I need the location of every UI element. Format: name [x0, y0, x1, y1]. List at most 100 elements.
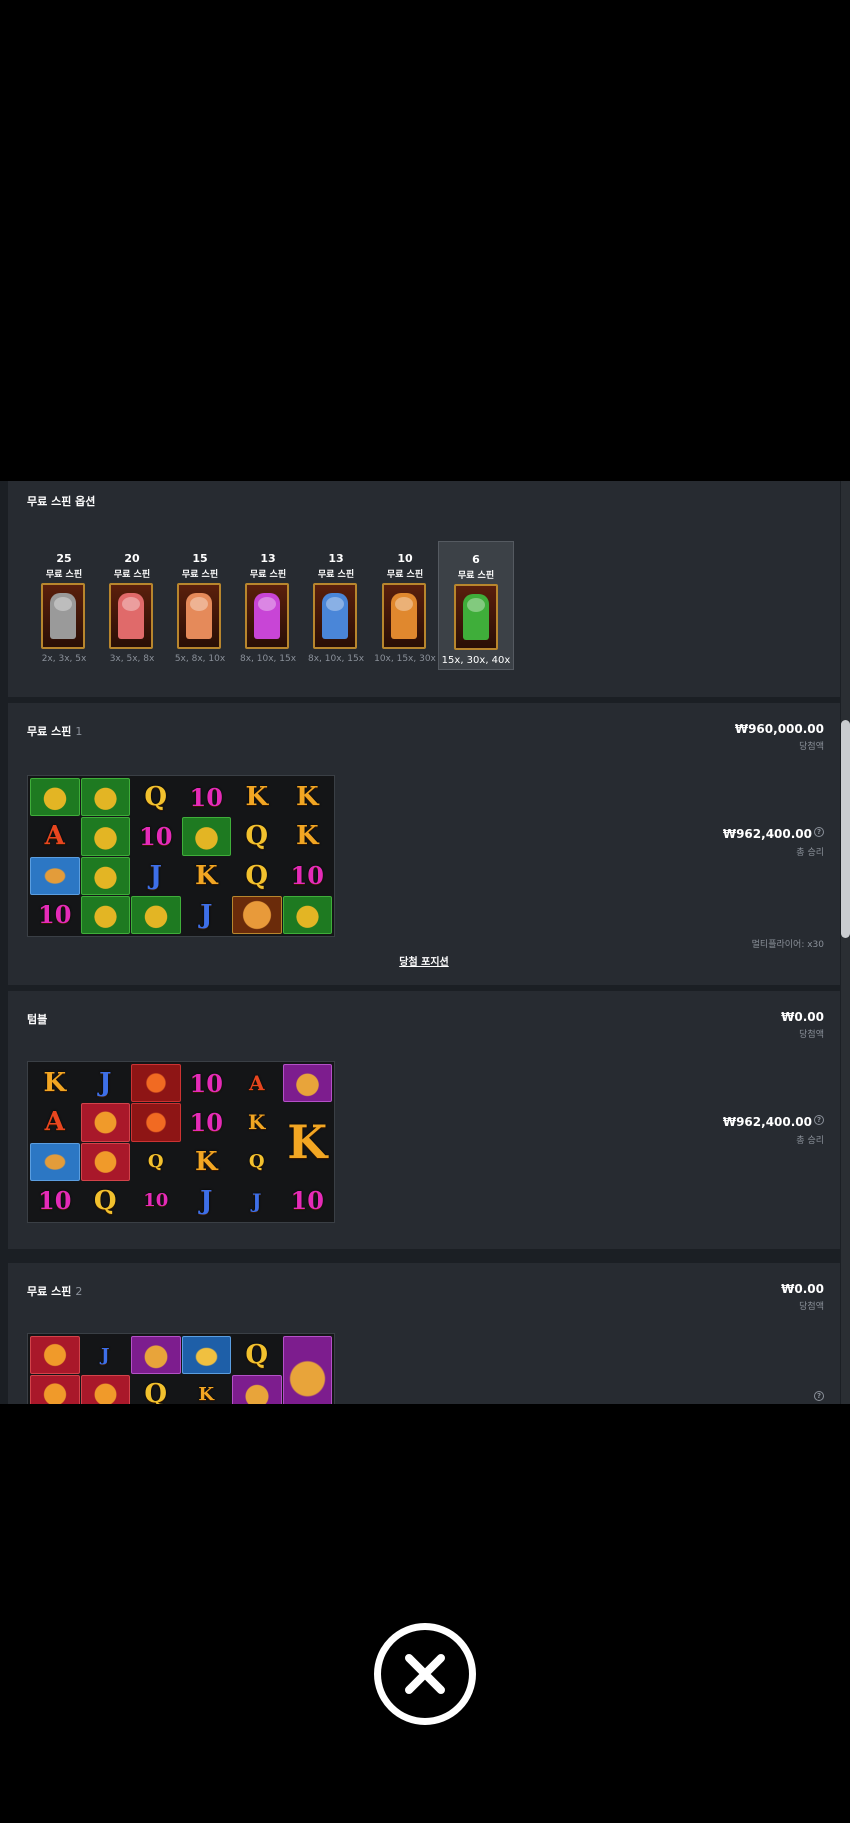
lion-statue-icon	[254, 593, 280, 639]
frog-symbol-icon	[80, 856, 130, 895]
spin-label: 무료 스핀	[317, 570, 355, 580]
heart-symbol-icon	[80, 1142, 130, 1181]
multiplier-range: 15x, 30x, 40x	[441, 655, 511, 666]
symbol-10: 10	[189, 782, 223, 812]
win-amount: ₩0.00	[781, 1282, 824, 1296]
lion-statue-icon	[391, 593, 417, 639]
reel-grid: J Q Q K	[27, 1333, 335, 1404]
lion-symbol-icon	[232, 895, 282, 934]
total-win-label: 총 승리	[796, 848, 824, 858]
free-spin-option[interactable]: 13 무료 스핀 8x, 10x, 15x	[230, 541, 306, 670]
free-spin-option[interactable]: 25 무료 스핀 2x, 3x, 5x	[26, 541, 102, 670]
heart-symbol-icon	[80, 1103, 130, 1142]
symbol-k: K	[194, 860, 218, 891]
lion-card-icon	[109, 583, 153, 649]
symbol-q: Q	[245, 1340, 269, 1371]
dragon-symbol-icon	[131, 1103, 181, 1142]
total-win-value: ₩962,400.00	[722, 827, 812, 841]
heart-symbol-icon	[30, 1336, 80, 1375]
multiplier-range: 10x, 15x, 30x	[374, 654, 436, 664]
symbol-k: K	[245, 782, 269, 813]
symbol-10: 10	[139, 821, 173, 851]
help-icon-row: ?	[812, 1391, 824, 1404]
spin-label: 무료 스핀	[249, 570, 287, 580]
symbol-10: 10	[38, 1186, 72, 1216]
spin-number: 2	[75, 1285, 83, 1298]
fish-symbol-icon	[30, 856, 80, 895]
symbol-a: A	[44, 1107, 65, 1138]
lion-card-icon	[454, 584, 498, 650]
frog-symbol-icon	[30, 778, 80, 817]
turtle-symbol-icon	[232, 1375, 282, 1404]
free-spin-option[interactable]: 20 무료 스핀 3x, 5x, 8x	[94, 541, 170, 670]
frog-symbol-icon	[80, 895, 130, 934]
spin-count: 13	[260, 552, 276, 565]
total-win-value: ₩962,400.00	[722, 1115, 812, 1129]
dragon-symbol-icon	[131, 1064, 181, 1103]
win-amount: ₩0.00	[781, 1010, 824, 1024]
symbol-a: A	[248, 1071, 265, 1096]
turtle-symbol-icon	[131, 1336, 181, 1375]
symbol-10: 10	[290, 861, 324, 891]
close-button[interactable]	[374, 1623, 476, 1725]
boat-symbol-icon	[181, 1336, 231, 1375]
help-icon[interactable]: ?	[814, 1115, 824, 1125]
scrollbar-thumb[interactable]	[841, 720, 850, 938]
win-label: 당첨액	[799, 742, 824, 752]
section-title: 무료 스핀 2	[27, 1283, 82, 1299]
spin-count: 10	[397, 552, 413, 565]
scroll-track[interactable]	[841, 481, 850, 1404]
symbol-10: 10	[189, 1107, 223, 1137]
spin-count: 15	[192, 552, 208, 565]
symbol-a: A	[44, 821, 65, 852]
lion-statue-icon	[322, 593, 348, 639]
symbol-j: J	[149, 860, 162, 891]
symbol-k: K	[295, 821, 319, 852]
win-label: 당첨액	[799, 1030, 824, 1040]
section-title-text: 무료 스핀	[27, 725, 72, 738]
multiplier-range: 5x, 8x, 10x	[174, 654, 226, 664]
heart-symbol-icon	[30, 1375, 80, 1404]
spin-count: 6	[472, 553, 480, 566]
winning-positions-link[interactable]: 당첨 포지션	[8, 953, 840, 968]
lion-card-icon	[313, 583, 357, 649]
symbol-k: K	[43, 1068, 67, 1099]
help-icon[interactable]: ?	[814, 1391, 824, 1401]
turtle-symbol-icon	[282, 1336, 332, 1404]
symbol-j: J	[252, 1188, 262, 1213]
frog-symbol-icon	[80, 817, 130, 856]
free-spin-option[interactable]: 13 무료 스핀 8x, 10x, 15x	[298, 541, 374, 670]
multiplier-range: 2x, 3x, 5x	[41, 654, 87, 664]
spin-label: 무료 스핀	[457, 571, 495, 581]
symbol-10: 10	[290, 1186, 324, 1216]
symbol-k: K	[198, 1383, 215, 1404]
symbol-k: K	[248, 1110, 266, 1135]
heart-symbol-icon	[80, 1375, 130, 1404]
free-spin-option[interactable]: 6 무료 스핀 15x, 30x, 40x	[438, 541, 514, 670]
symbol-q: Q	[147, 1151, 164, 1173]
bet-details-panel: 무료 스핀 옵션 25 무료 스핀 2x, 3x, 5x 20 무료 스핀 3x, 5x,…	[0, 481, 841, 1404]
win-amount: ₩960,000.00	[734, 722, 824, 736]
symbol-k: K	[287, 1115, 328, 1169]
reel-grid: K J 10 A A 10 K K Q K Q 10 Q 10 J J 10	[27, 1061, 335, 1223]
frog-symbol-icon	[181, 817, 231, 856]
free-spin-option[interactable]: 15 무료 스핀 5x, 8x, 10x	[162, 541, 238, 670]
symbol-q: Q	[245, 821, 269, 852]
multiplier-text: 멀티플라이어: x30	[751, 940, 824, 950]
symbol-10: 10	[38, 900, 72, 930]
symbol-k: K	[295, 782, 319, 813]
frog-symbol-icon	[131, 895, 181, 934]
symbol-q: Q	[144, 782, 168, 813]
lion-statue-icon	[118, 593, 144, 639]
free-spin-1-section: 무료 스핀 1 ₩960,000.00 당첨액 Q 10 K K A 10 Q K J K Q 10 10…	[8, 703, 840, 985]
free-spin-option[interactable]: 10 무료 스핀 10x, 15x, 30x	[367, 541, 443, 670]
lion-statue-icon	[186, 593, 212, 639]
symbol-j: J	[100, 1344, 110, 1366]
help-icon[interactable]: ?	[814, 827, 824, 837]
symbol-q: Q	[93, 1185, 117, 1216]
spin-count: 25	[56, 552, 72, 565]
spin-label: 무료 스핀	[181, 570, 219, 580]
reel-grid: Q 10 K K A 10 Q K J K Q 10 10 J	[27, 775, 335, 937]
multiplier-range: 3x, 5x, 8x	[109, 654, 155, 664]
free-spin-options-section: 무료 스핀 옵션 25 무료 스핀 2x, 3x, 5x 20 무료 스핀 3x, 5x,…	[8, 481, 840, 697]
